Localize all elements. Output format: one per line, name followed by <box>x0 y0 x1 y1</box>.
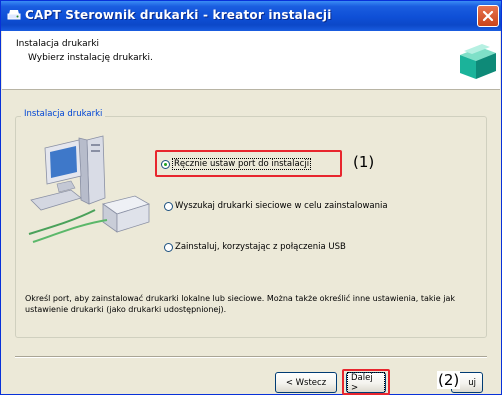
header-subtitle: Wybierz instalację drukarki. <box>28 53 153 63</box>
callout-highlight-2 <box>342 369 390 395</box>
callout-label-1: (1) <box>353 153 375 171</box>
back-button[interactable]: < Wstecz <box>275 372 337 393</box>
computer-printer-illustration <box>28 135 150 243</box>
footer-divider <box>15 356 487 358</box>
callout-label-2: (2) <box>437 371 461 389</box>
cancel-button-label: uj <box>468 377 476 388</box>
option-search-network-label: Wyszukaj drukarki sieciowe w celu zainst… <box>175 201 388 211</box>
radio-search-network[interactable]: Wyszukaj drukarki sieciowe w celu zainst… <box>164 201 388 211</box>
title-bar[interactable]: CAPT Sterownik drukarki - kreator instal… <box>1 1 501 31</box>
radio-button[interactable] <box>164 242 173 252</box>
installer-window: CAPT Sterownik drukarki - kreator instal… <box>0 0 502 395</box>
close-button[interactable] <box>477 5 499 27</box>
radio-button[interactable] <box>164 201 173 211</box>
group-legend: Instalacja drukarki <box>21 109 106 119</box>
option-usb-label: Zainstaluj, korzystając z połączenia USB <box>175 242 346 252</box>
header-title: Instalacja drukarki <box>16 39 100 49</box>
close-icon <box>482 10 494 22</box>
radio-usb-install[interactable]: Zainstaluj, korzystając z połączenia USB <box>164 242 346 252</box>
printer-app-icon <box>7 10 21 20</box>
window-title: CAPT Sterownik drukarki - kreator instal… <box>25 8 332 22</box>
wizard-header: Instalacja drukarki Wybierz instalację d… <box>2 31 500 90</box>
callout-highlight-1 <box>155 150 342 177</box>
printer-box-icon <box>460 44 496 79</box>
back-button-label: < Wstecz <box>285 377 327 388</box>
description-text: Określ port, aby zainstalować drukarki l… <box>25 294 455 314</box>
